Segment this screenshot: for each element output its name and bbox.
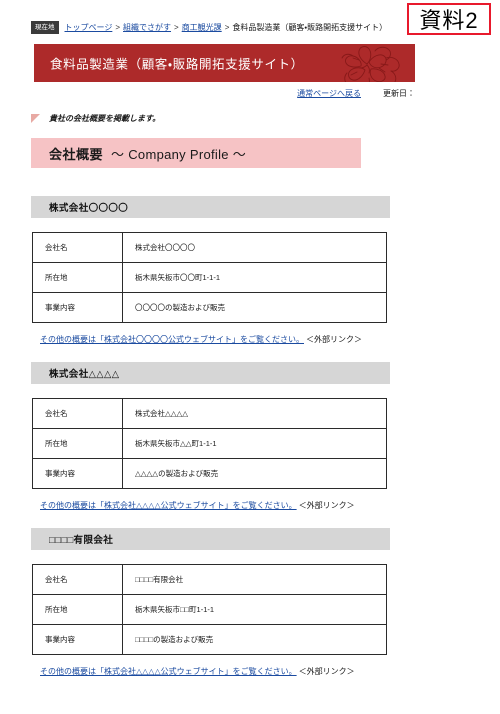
table-row: 所在地 栃木県矢板市〇〇町1-1-1: [32, 262, 387, 293]
row-label-address: 所在地: [32, 594, 123, 625]
company-heading: □□□□有限会社: [31, 528, 390, 550]
table-row: 会社名 株式会社〇〇〇〇: [32, 232, 387, 263]
page-title-banner: 食料品製造業（顧客・販路開拓支援サイト）: [34, 44, 415, 82]
table-row: 事業内容 □□□□の製造および販売: [32, 624, 387, 655]
company-profile-table: 会社名 □□□□有限会社 所在地 栃木県矢板市□□町1-1-1 事業内容 □□□…: [32, 564, 387, 655]
utility-row: 通常ページへ戻る 更新日：: [34, 88, 415, 99]
row-value-address: 栃木県矢板市〇〇町1-1-1: [122, 262, 387, 293]
row-label-business: 事業内容: [32, 292, 123, 323]
breadcrumb-current-location-badge: 現在地: [31, 21, 59, 34]
row-label-company-name: 会社名: [32, 398, 123, 429]
official-website-link[interactable]: その他の概要は「株式会社〇〇〇〇公式ウェブサイト」をご覧ください。: [40, 335, 304, 344]
row-value-address: 栃木県矢板市□□町1-1-1: [122, 594, 387, 625]
back-to-normal-page-link[interactable]: 通常ページへ戻る: [297, 88, 361, 99]
company-heading: 株式会社〇〇〇〇: [31, 196, 390, 218]
official-website-link[interactable]: その他の概要は「株式会社△△△△公式ウェブサイト」をご覧ください。: [40, 501, 297, 510]
page-title: 食料品製造業（顧客・販路開拓支援サイト）: [50, 57, 304, 72]
document-reference-label: 資料2: [419, 8, 479, 33]
company-profile-table: 会社名 株式会社〇〇〇〇 所在地 栃木県矢板市〇〇町1-1-1 事業内容 〇〇〇…: [32, 232, 387, 323]
row-label-company-name: 会社名: [32, 564, 123, 595]
external-link-tag: ＜外部リンク＞: [298, 667, 355, 676]
breadcrumb-separator: >: [224, 22, 230, 32]
row-value-address: 栃木県矢板市△△町1-1-1: [122, 428, 387, 459]
company-block-1: 株式会社〇〇〇〇 会社名 株式会社〇〇〇〇 所在地 栃木県矢板市〇〇町1-1-1…: [31, 196, 390, 345]
company-block-3: □□□□有限会社 会社名 □□□□有限会社 所在地 栃木県矢板市□□町1-1-1…: [31, 528, 390, 677]
breadcrumb-item-current-page: 食料品製造業（顧客・販路開拓支援サイト）: [232, 22, 388, 32]
company-block-2: 株式会社△△△△ 会社名 株式会社△△△△ 所在地 栃木県矢板市△△町1-1-1…: [31, 362, 390, 511]
external-link-row: その他の概要は「株式会社〇〇〇〇公式ウェブサイト」をご覧ください。 ＜外部リンク＞: [40, 334, 390, 345]
document-reference-stamp: 資料2: [407, 3, 491, 35]
table-row: 会社名 株式会社△△△△: [32, 398, 387, 429]
row-value-company-name: □□□□有限会社: [122, 564, 387, 595]
external-link-row: その他の概要は「株式会社△△△△公式ウェブサイト」をご覧ください。 ＜外部リンク＞: [40, 666, 390, 677]
breadcrumb-item-commerce-tourism-division[interactable]: 商工観光課: [182, 22, 222, 34]
official-website-link[interactable]: その他の概要は「株式会社△△△△公式ウェブサイト」をご覧ください。: [40, 667, 297, 676]
external-link-tag: ＜外部リンク＞: [298, 501, 355, 510]
row-label-business: 事業内容: [32, 458, 123, 489]
table-row: 事業内容 △△△△の製造および販売: [32, 458, 387, 489]
table-row: 所在地 栃木県矢板市△△町1-1-1: [32, 428, 387, 459]
row-label-address: 所在地: [32, 262, 123, 293]
row-value-company-name: 株式会社△△△△: [122, 398, 387, 429]
row-value-business: 〇〇〇〇の製造および販売: [122, 292, 387, 323]
external-link-tag: ＜外部リンク＞: [306, 335, 362, 344]
breadcrumb-item-top-page[interactable]: トップページ: [65, 22, 113, 34]
section-heading-company-profile: 会社概要 ～ Company Profile ～: [31, 138, 361, 168]
flower-decoration-icon: [341, 46, 400, 82]
row-label-company-name: 会社名: [32, 232, 123, 263]
breadcrumb-separator: >: [115, 22, 121, 32]
updated-date-label: 更新日：: [383, 89, 415, 98]
triangle-marker-icon: [31, 114, 40, 123]
row-value-business: □□□□の製造および販売: [122, 624, 387, 655]
table-row: 会社名 □□□□有限会社: [32, 564, 387, 595]
breadcrumb-separator: >: [174, 22, 179, 32]
row-label-address: 所在地: [32, 428, 123, 459]
table-row: 所在地 栃木県矢板市□□町1-1-1: [32, 594, 387, 625]
company-heading: 株式会社△△△△: [31, 362, 390, 384]
company-profile-table: 会社名 株式会社△△△△ 所在地 栃木県矢板市△△町1-1-1 事業内容 △△△…: [32, 398, 387, 489]
breadcrumb-item-search-by-organization[interactable]: 組織でさがす: [123, 22, 171, 34]
external-link-row: その他の概要は「株式会社△△△△公式ウェブサイト」をご覧ください。 ＜外部リンク＞: [40, 500, 390, 511]
section-heading-japanese: 会社概要: [49, 146, 104, 162]
row-value-company-name: 株式会社〇〇〇〇: [122, 232, 387, 263]
table-row: 事業内容 〇〇〇〇の製造および販売: [32, 292, 387, 323]
lead-note-text: 貴社の会社概要を掲載します。: [49, 114, 161, 123]
section-heading-english: ～ Company Profile ～: [111, 146, 247, 162]
row-value-business: △△△△の製造および販売: [122, 458, 387, 489]
row-label-business: 事業内容: [32, 624, 123, 655]
lead-note: 貴社の会社概要を掲載します。: [31, 113, 160, 124]
